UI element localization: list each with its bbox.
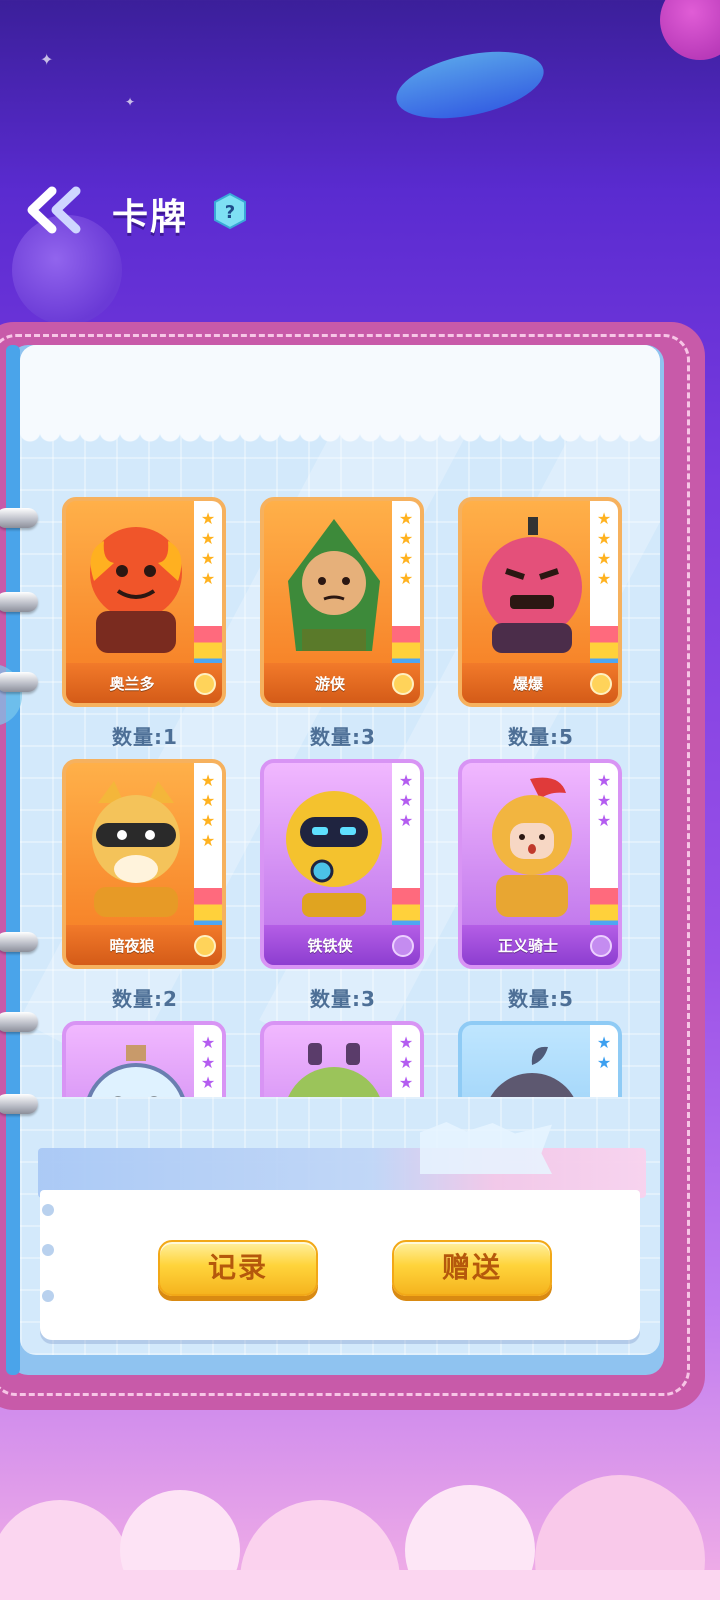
sparkle-icon: ✦ [40,50,54,69]
star-badge-icon [590,673,612,695]
rarity-stars: ★ ★ ★ ★ [596,509,612,588]
card-frame[interactable]: ★ ★ ★ ★ 游侠 [260,497,424,707]
binder-ring [0,1094,38,1114]
robot-art [286,791,382,917]
gift-button[interactable]: 赠送 [392,1240,552,1296]
card-quantity: 数量:1 [112,725,178,749]
card-quantity: 数量:3 [310,725,376,749]
knight-art [492,777,572,917]
double-chevron-left-icon [27,186,81,234]
record-button[interactable]: 记录 [158,1240,318,1296]
card-frame[interactable]: ★ ★ ★ ★ 奥兰多 [62,497,226,707]
spaceship-decoration [390,40,550,130]
bomb-monster-art [482,517,582,653]
card-name: 暗夜狼 [109,937,155,955]
binder-ring [0,1012,38,1032]
card-quantity: 数量:5 [508,725,574,749]
card-item[interactable]: ★ ★ ★ [62,1021,228,1097]
star-badge-icon [194,935,216,957]
help-button[interactable]: ? [212,192,248,230]
card-name: 爆爆 [512,675,543,693]
punch-hole [42,1244,54,1256]
back-button[interactable] [24,185,88,235]
card-name: 游侠 [314,675,345,693]
sparkle-icon: ✦ [125,95,136,109]
card-item[interactable]: ★ ★ ★ ★ 游侠 数量:3 [260,497,426,750]
star-badge-icon [392,673,414,695]
planet-decoration [660,0,720,60]
star-badge-icon [590,935,612,957]
rarity-stars: ★ ★ ★ ★ [398,509,414,588]
punch-hole [42,1204,54,1216]
page-header-strip [20,345,660,431]
card-name: 正义骑士 [497,937,558,955]
star-badge-icon [392,935,414,957]
clouds-decoration [0,1475,720,1600]
card-frame[interactable]: ★ ★ ★ [62,1021,226,1097]
card-frame[interactable]: ★ ★ ★ ★ 暗夜狼 [62,759,226,969]
card-item[interactable]: ★ ★ ★ ★ 暗夜狼 数量:2 [62,759,228,1012]
cactus-creature-art [288,1043,380,1097]
scallop-edge [20,431,660,445]
page-title: 卡牌 [112,197,189,238]
green-ranger-art [288,519,380,651]
card-quantity: 数量:3 [310,987,376,1011]
rarity-stars: ★ ★ ★ [200,1033,216,1092]
flame-warrior-art [90,527,182,653]
binder-ring [0,672,38,692]
card-item[interactable]: ★ ★ ★ ★ 爆爆 数量:5 [458,497,624,750]
card-quantity: 数量:2 [112,987,178,1011]
card-frame[interactable]: ★ ★ ★ ★ 爆爆 [458,497,622,707]
binder-ring [0,932,38,952]
card-frame[interactable]: ★ ★ [458,1021,622,1097]
card-frame[interactable]: ★ ★ ★ [260,1021,424,1097]
help-hexagon-icon: ? [214,192,246,230]
star-badge-icon [194,673,216,695]
torn-paper-decoration [420,1122,552,1174]
card-name: 奥兰多 [109,675,155,693]
binder-ring [0,592,38,612]
card-item[interactable]: ★ ★ ★ 铁铁侠 数量:3 [260,759,426,1012]
card-item[interactable]: ★ ★ ★ [260,1021,426,1097]
card-quantity: 数量:5 [508,987,574,1011]
rarity-stars: ★ ★ [596,1033,612,1072]
card-frame[interactable]: ★ ★ ★ 正义骑士 [458,759,622,969]
night-wolf-art [92,781,180,917]
punch-hole [42,1290,54,1302]
card-item[interactable]: ★ ★ ★ 正义骑士 数量:5 [458,759,624,1012]
card-item[interactable]: ★ ★ [458,1021,624,1097]
card-item[interactable]: ★ ★ ★ ★ 奥兰多 数量:1 [62,497,228,750]
card-grid: ★ ★ ★ ★ 奥兰多 数量:1 ★ ★ ★ ★ 游侠 数量:3 ★ ★ ★ ★… [62,497,632,1097]
rarity-stars: ★ ★ ★ [398,1033,414,1092]
rarity-stars: ★ ★ ★ [398,771,414,830]
card-name: 铁铁侠 [307,937,353,955]
sprout-creature-art [490,1046,574,1097]
rarity-stars: ★ ★ ★ ★ [200,509,216,588]
rarity-stars: ★ ★ ★ ★ [200,771,216,850]
rarity-stars: ★ ★ ★ [596,771,612,830]
binder-ring [0,508,38,528]
card-frame[interactable]: ★ ★ ★ 铁铁侠 [260,759,424,969]
potion-creature-art [87,1045,185,1097]
book-spine [6,345,20,1375]
svg-text:?: ? [225,202,235,223]
